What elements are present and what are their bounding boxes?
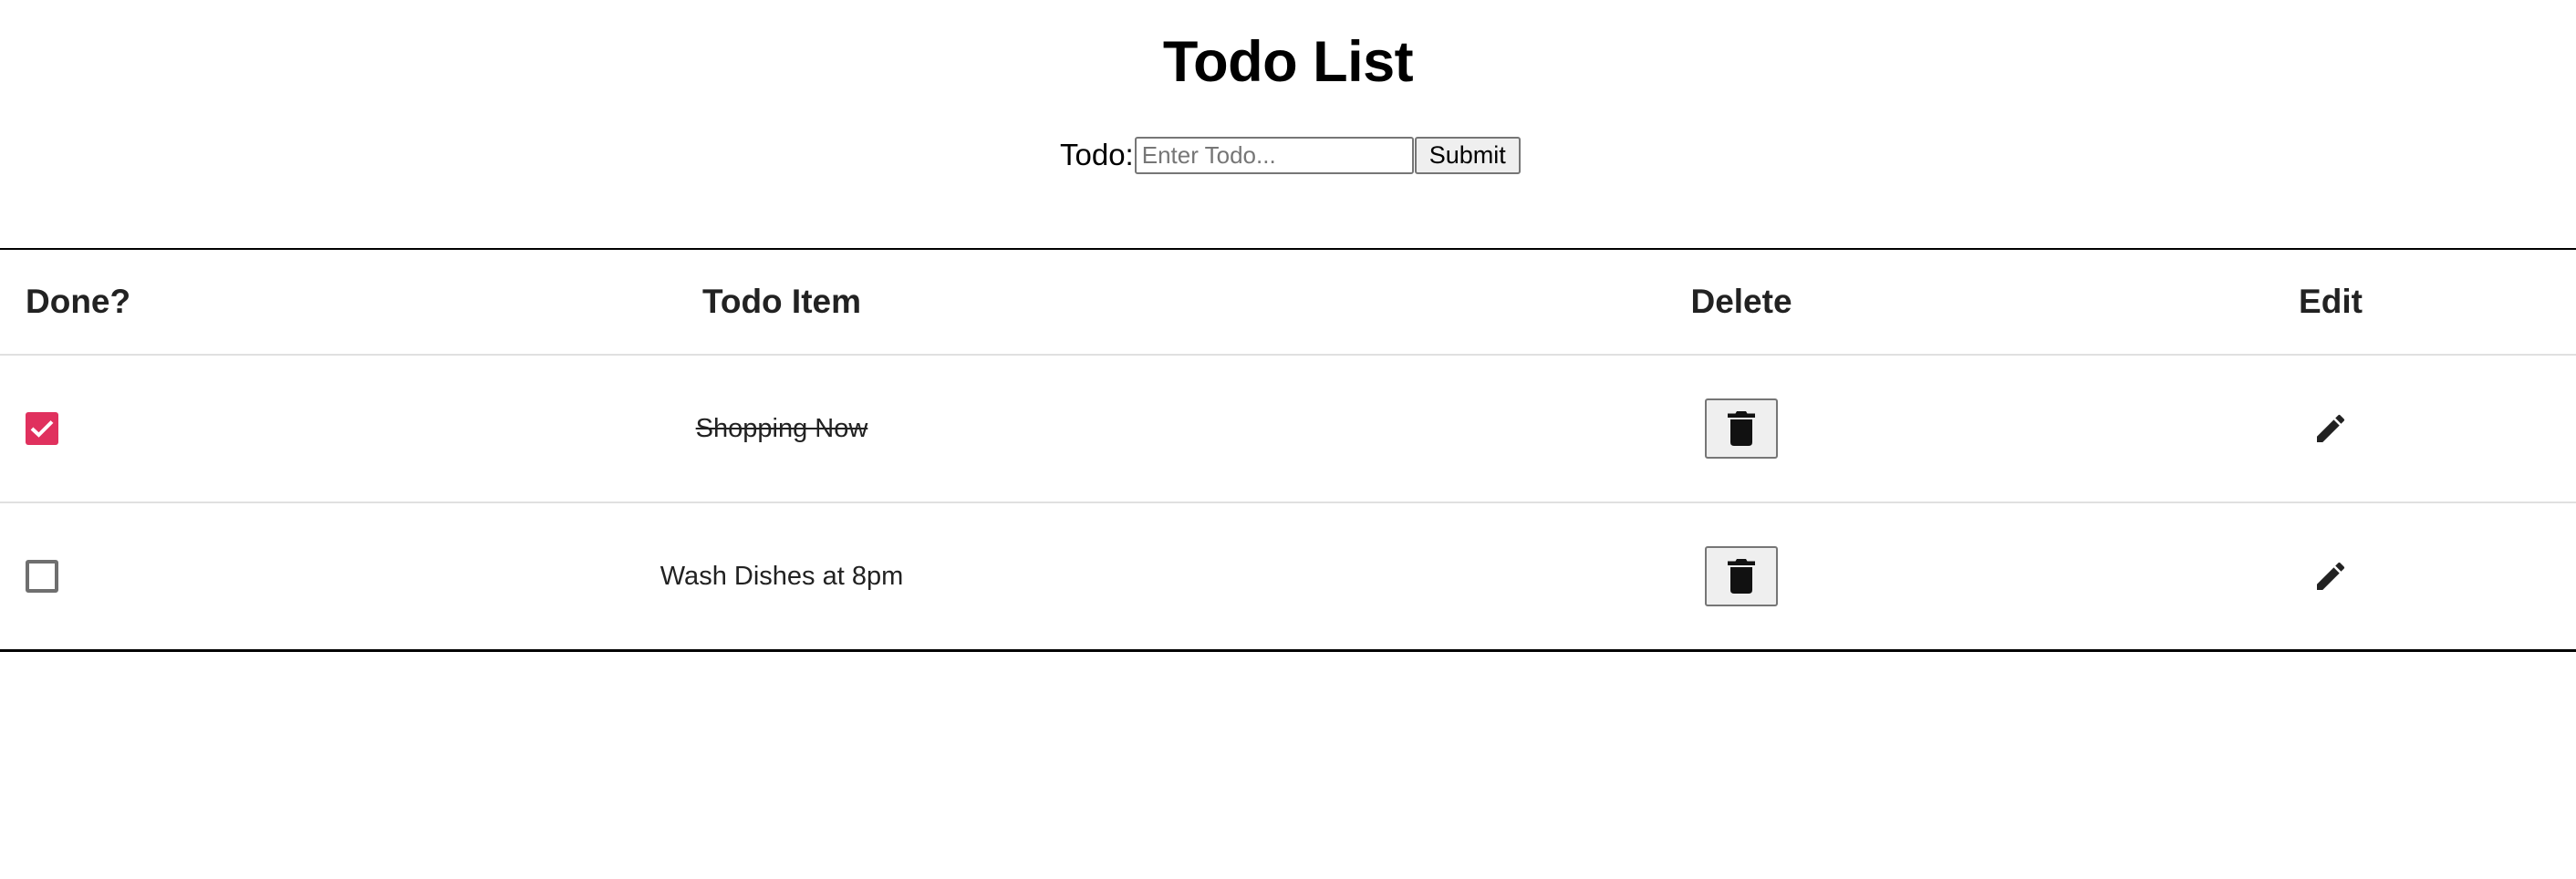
pencil-icon bbox=[2317, 414, 2345, 442]
submit-button[interactable]: Submit bbox=[1414, 136, 1521, 174]
header-delete-cell: Delete bbox=[1649, 250, 1833, 354]
todo-text-cell: Wash Dishes at 8pm bbox=[555, 503, 1009, 649]
header-todo-item: Todo Item bbox=[701, 283, 861, 320]
todo-input[interactable] bbox=[1134, 136, 1414, 174]
table-row: Shopping Now bbox=[0, 356, 2576, 503]
todo-form: Todo: Submit bbox=[1060, 135, 1521, 175]
edit-button[interactable] bbox=[2303, 401, 2358, 456]
header-done: Done? bbox=[26, 283, 131, 320]
done-checkbox[interactable] bbox=[26, 560, 58, 593]
delete-button[interactable] bbox=[1705, 398, 1778, 459]
table-row: Wash Dishes at 8pm bbox=[0, 503, 2576, 649]
header-edit: Edit bbox=[2299, 283, 2363, 320]
delete-cell bbox=[1649, 356, 1833, 502]
todo-text-cell: Shopping Now bbox=[555, 356, 1009, 502]
done-cell bbox=[26, 356, 58, 502]
todo-text: Shopping Now bbox=[695, 413, 868, 443]
header-edit-cell: Edit bbox=[2239, 250, 2422, 354]
page-title: Todo List bbox=[1162, 30, 1414, 94]
header-done-cell: Done? bbox=[26, 250, 130, 354]
trash-icon bbox=[1728, 559, 1755, 594]
pencil-icon bbox=[2317, 562, 2345, 590]
edit-cell bbox=[2239, 503, 2422, 649]
done-checkbox[interactable] bbox=[26, 412, 58, 445]
checkmark-icon bbox=[30, 420, 54, 438]
edit-cell bbox=[2239, 356, 2422, 502]
todo-text: Wash Dishes at 8pm bbox=[660, 561, 904, 591]
delete-cell bbox=[1649, 503, 1833, 649]
todo-table: Done? Todo Item Delete Edit Shopping Now bbox=[0, 248, 2576, 652]
header-delete: Delete bbox=[1690, 283, 1792, 320]
delete-button[interactable] bbox=[1705, 546, 1778, 606]
done-cell bbox=[26, 503, 58, 649]
todo-label: Todo: bbox=[1060, 138, 1134, 171]
trash-icon bbox=[1728, 411, 1755, 446]
table-header-row: Done? Todo Item Delete Edit bbox=[0, 250, 2576, 356]
edit-button[interactable] bbox=[2303, 549, 2358, 604]
header-item-cell: Todo Item bbox=[555, 250, 1009, 354]
